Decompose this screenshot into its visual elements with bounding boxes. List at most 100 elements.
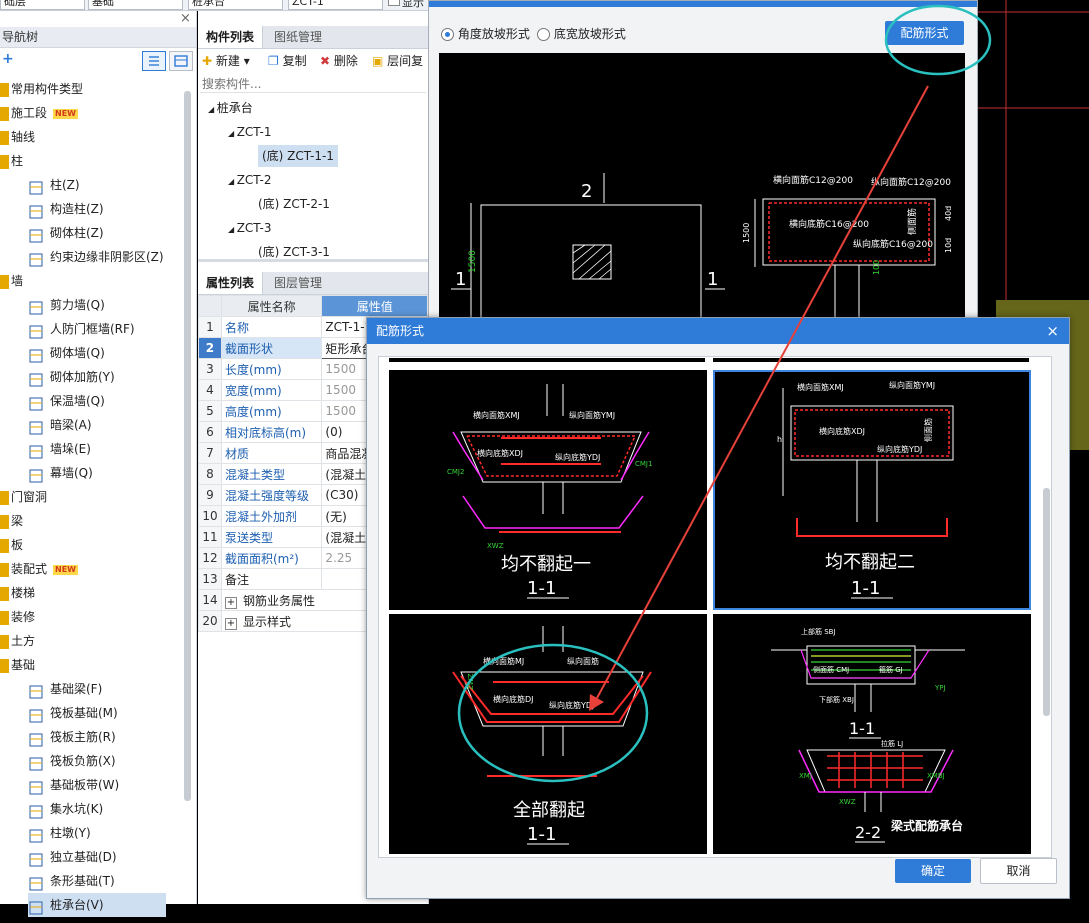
grid-view-icon[interactable] (169, 51, 193, 71)
delete-button[interactable]: ✖ 删除 (320, 51, 358, 71)
expand-icon[interactable] (0, 130, 9, 145)
nav-item[interactable]: 基础 (0, 653, 180, 677)
expand-icon[interactable] (0, 106, 9, 121)
nav-item[interactable]: 人防门框墙(RF) (28, 317, 166, 341)
radio-bottom-width-slope[interactable]: 底宽放坡形式 (537, 25, 626, 42)
nav-item[interactable]: 门窗洞 (0, 485, 180, 509)
add-icon[interactable]: + (2, 51, 14, 67)
top-rebar-y-label: 纵向面筋C12@200 (871, 176, 951, 188)
nav-item[interactable]: 常用构件类型 (0, 77, 180, 101)
nav-item[interactable]: 柱 (0, 149, 180, 173)
nav-item[interactable]: 暗梁(A) (28, 413, 166, 437)
property-name: 截面面积(m²) (220, 547, 323, 569)
nav-item[interactable]: 砌体柱(Z) (28, 221, 166, 245)
collapse-icon[interactable]: ◢ (208, 105, 217, 114)
component-search-input[interactable] (200, 75, 426, 93)
collapse-icon[interactable]: ◢ (228, 129, 237, 138)
nav-item[interactable]: 柱墩(Y) (28, 821, 166, 845)
nav-item[interactable]: 条形基础(T) (28, 869, 166, 893)
nav-item[interactable]: 桩承台(V) (28, 893, 166, 917)
nav-item[interactable]: 基础板带(W) (28, 773, 166, 797)
component-tree-item[interactable]: (底) ZCT-1-1 (258, 145, 338, 167)
expand-icon[interactable] (0, 154, 9, 169)
nav-item[interactable]: 梁 (0, 509, 180, 533)
copy-button[interactable]: ❐ 复制 (268, 51, 307, 71)
component-tree-item[interactable]: ◢ ZCT-2 (228, 169, 272, 191)
opt4-title: 梁式配筋承台 (890, 818, 963, 833)
rebar-config-dialog: 配筋形式 × 横向面筋XMJ 纵向面筋YMJ 横向底筋XDJ 纵向底筋YDJ C… (366, 317, 1070, 899)
nav-item[interactable]: 板 (0, 533, 180, 557)
expand-icon[interactable] (0, 82, 9, 97)
nav-item[interactable]: 集水坑(K) (28, 797, 166, 821)
expand-icon[interactable] (0, 538, 9, 553)
nav-item[interactable]: 独立基础(D) (28, 845, 166, 869)
side-rebar-label: 侧面筋 (906, 208, 918, 235)
component-combo[interactable]: ZCT-1 (288, 0, 383, 10)
nav-item[interactable]: 轴线 (0, 125, 180, 149)
expand-plus-icon[interactable]: + (224, 596, 237, 609)
close-icon[interactable]: × (180, 11, 191, 26)
component-tree-item[interactable]: ◢ 桩承台 (208, 97, 253, 119)
close-icon[interactable]: × (1046, 318, 1059, 344)
new-button[interactable]: ✚ 新建 ▾ (202, 51, 250, 71)
nav-item[interactable]: 装修 (0, 605, 180, 629)
expand-icon[interactable] (0, 562, 9, 577)
nav-item[interactable]: 筏板基础(M) (28, 701, 166, 725)
nav-item-label: 砌体墙(Q) (50, 346, 105, 360)
cancel-button[interactable]: 取消 (980, 858, 1057, 884)
rebar-config-title: 配筋形式 (376, 324, 425, 338)
property-row-number: 12 (198, 547, 222, 569)
tab-property-list[interactable]: 属性列表 (198, 272, 264, 294)
nav-item[interactable]: 施工段 NEW (0, 101, 180, 125)
tab-layer-management[interactable]: 图层管理 (266, 272, 330, 294)
display-checkbox[interactable] (388, 0, 400, 6)
nav-item[interactable]: 筏板主筋(R) (28, 725, 166, 749)
nav-item[interactable]: 基础梁(F) (28, 677, 166, 701)
expand-icon[interactable] (0, 634, 9, 649)
expand-icon[interactable] (0, 658, 9, 673)
floor-copy-button[interactable]: ▣ 层间复 (372, 51, 423, 71)
option-all-bend[interactable]: 横向面筋MJ 纵向面筋 横向底筋DJ 纵向底筋YDJ ZWZ 全部翻起 1-1 (389, 614, 707, 854)
expand-icon[interactable] (0, 274, 9, 289)
list-view-icon[interactable] (142, 51, 166, 71)
expand-plus-icon[interactable]: + (224, 617, 237, 630)
nav-item[interactable]: 装配式 NEW (0, 557, 180, 581)
tab-component-list[interactable]: 构件列表 (198, 26, 264, 48)
floor-combo[interactable]: 础层 (0, 0, 85, 10)
header-property-value: 属性值 (321, 295, 428, 317)
radio-angle-slope[interactable]: 角度放坡形式 (441, 25, 530, 42)
category-combo[interactable]: 基础 (88, 0, 183, 10)
property-row-number: 3 (198, 358, 222, 380)
nav-item[interactable]: 墙 (0, 269, 180, 293)
option-beam-style[interactable]: 上部筋 SBJ 侧面筋 CMJ 箍筋 GJ 下部筋 XBJ YPJ 1-1 拉筋… (713, 614, 1031, 854)
nav-item[interactable]: 筏板负筋(X) (28, 749, 166, 773)
type-combo[interactable]: 桩承台 (188, 0, 283, 10)
expand-icon[interactable] (0, 610, 9, 625)
ok-button[interactable]: 确定 (895, 859, 971, 883)
component-tree-item[interactable]: ◢ ZCT-3 (228, 217, 272, 239)
nav-item[interactable]: 构造柱(Z) (28, 197, 166, 221)
expand-icon[interactable] (0, 514, 9, 529)
nav-scrollbar[interactable] (184, 91, 191, 801)
nav-item[interactable]: 约束边缘非阴影区(Z) (28, 245, 166, 269)
nav-item[interactable]: 剪力墙(Q) (28, 293, 166, 317)
nav-item[interactable]: 幕墙(Q) (28, 461, 166, 485)
nav-item[interactable]: 保温墙(Q) (28, 389, 166, 413)
nav-item[interactable]: 柱(Z) (28, 173, 166, 197)
collapse-icon[interactable]: ◢ (228, 177, 237, 186)
cad-highlight-region (1068, 300, 1089, 450)
expand-icon[interactable] (0, 586, 9, 601)
nav-item[interactable]: 墙垛(E) (28, 437, 166, 461)
option-no-bend-2[interactable]: 横向面筋XMJ 纵向面筋YMJ 横向底筋XDJ 纵向底筋YDJ 侧面筋 h 均不… (713, 370, 1031, 610)
tab-drawing-management[interactable]: 图纸管理 (266, 26, 330, 48)
option-no-bend-1[interactable]: 横向面筋XMJ 纵向面筋YMJ 横向底筋XDJ 纵向底筋YDJ CMJ2 CMJ… (389, 370, 707, 610)
expand-icon[interactable] (0, 490, 9, 505)
options-scrollbar[interactable] (1043, 488, 1050, 716)
nav-item[interactable]: 砌体加筋(Y) (28, 365, 166, 389)
nav-item[interactable]: 楼梯 (0, 581, 180, 605)
nav-item[interactable]: 土方 (0, 629, 180, 653)
nav-item[interactable]: 砌体墙(Q) (28, 341, 166, 365)
collapse-icon[interactable]: ◢ (228, 225, 237, 234)
component-tree-item[interactable]: (底) ZCT-2-1 (258, 193, 330, 215)
component-tree-item[interactable]: ◢ ZCT-1 (228, 121, 272, 143)
